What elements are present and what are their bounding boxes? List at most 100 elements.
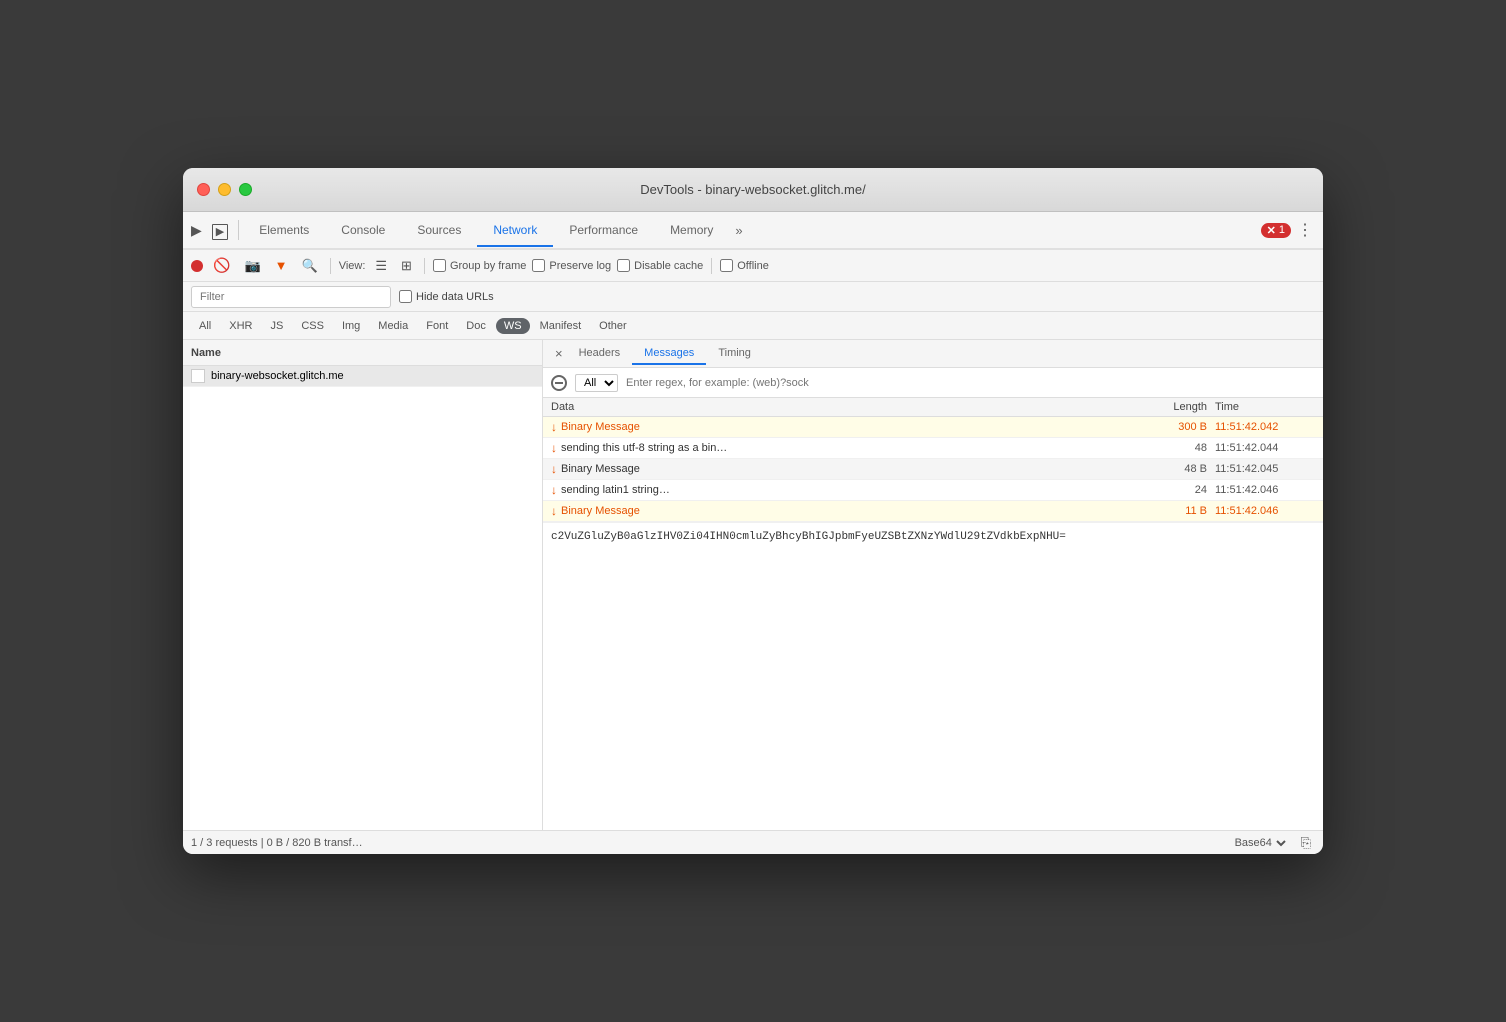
requests-info: 1 / 3 requests | 0 B / 820 B transf… (191, 837, 363, 849)
message-data: Binary Message (561, 463, 1135, 475)
col-header-length: Length (1135, 401, 1215, 413)
tab-messages[interactable]: Messages (632, 343, 706, 365)
arrow-down-icon: ↓ (551, 483, 557, 497)
preserve-log-label[interactable]: Preserve log (532, 259, 611, 272)
arrow-down-icon: ↓ (551, 504, 557, 518)
tree-view-button[interactable]: ⊞ (397, 256, 416, 276)
cursor-tool-button[interactable]: ▶ (187, 218, 206, 243)
table-row[interactable]: ↓ sending this utf-8 string as a bin… 48… (543, 438, 1323, 459)
titlebar: DevTools - binary-websocket.glitch.me/ (183, 168, 1323, 212)
devtools-toolbar: 🚫 📷 ▼ 🔍 View: ☰ ⊞ Group by frame Preserv… (183, 250, 1323, 282)
request-item[interactable]: binary-websocket.glitch.me (183, 366, 542, 387)
table-row[interactable]: ↓ Binary Message 48 B 11:51:42.045 (543, 459, 1323, 480)
filter-font[interactable]: Font (418, 318, 456, 334)
status-bar: 1 / 3 requests | 0 B / 820 B transf… Bas… (183, 830, 1323, 854)
devtools-menu-button[interactable]: ⋮ (1291, 218, 1319, 242)
filter-doc[interactable]: Doc (458, 318, 494, 334)
group-by-frame-label[interactable]: Group by frame (433, 259, 526, 272)
arrow-down-icon: ↓ (551, 462, 557, 476)
filter-icon: ▼ (275, 258, 288, 273)
no-entry-icon (551, 375, 567, 391)
group-by-frame-checkbox[interactable] (433, 259, 446, 272)
list-view-button[interactable]: ☰ (371, 256, 391, 276)
main-content: Name binary-websocket.glitch.me × Header… (183, 340, 1323, 830)
tab-performance[interactable]: Performance (553, 215, 654, 247)
filter-xhr[interactable]: XHR (221, 318, 260, 334)
offline-label[interactable]: Offline (720, 259, 769, 272)
filter-all[interactable]: All (191, 318, 219, 334)
messages-regex-input[interactable] (626, 377, 1315, 389)
tab-sources[interactable]: Sources (401, 215, 477, 247)
detail-close-button[interactable]: × (551, 344, 567, 363)
tab-bar-left: ▶ ▶ (187, 218, 243, 243)
recording-dot (191, 260, 203, 272)
message-length: 48 B (1135, 463, 1215, 475)
capture-screenshot-button[interactable]: 📷 (240, 256, 264, 276)
disable-cache-label[interactable]: Disable cache (617, 259, 703, 272)
message-length: 11 B (1135, 505, 1215, 517)
tab-network[interactable]: Network (477, 215, 553, 247)
filter-manifest[interactable]: Manifest (532, 318, 590, 334)
message-length: 300 B (1135, 421, 1215, 433)
messages-filter: All (543, 368, 1323, 398)
filter-types-bar: All XHR JS CSS Img Media Font Doc WS Man… (183, 312, 1323, 340)
error-badge[interactable]: ✕ 1 (1261, 223, 1291, 238)
filter-img[interactable]: Img (334, 318, 368, 334)
tab-elements[interactable]: Elements (243, 215, 325, 247)
tab-headers[interactable]: Headers (567, 343, 633, 365)
maximize-button[interactable] (239, 183, 252, 196)
more-tabs-button[interactable]: » (729, 219, 748, 242)
filter-ws[interactable]: WS (496, 318, 530, 334)
offline-checkbox[interactable] (720, 259, 733, 272)
message-length: 48 (1135, 442, 1215, 454)
hide-data-urls-label[interactable]: Hide data URLs (399, 290, 494, 303)
message-time: 11:51:42.042 (1215, 421, 1315, 433)
filter-button[interactable]: ▼ (271, 256, 292, 275)
filter-input[interactable] (191, 286, 391, 308)
close-button[interactable] (197, 183, 210, 196)
toolbar-separator-2 (424, 258, 425, 274)
tab-bar: ▶ ▶ Elements Console Sources Network Per… (183, 212, 1323, 250)
message-data: Binary Message (561, 505, 1135, 517)
toolbar-separator-3 (711, 258, 712, 274)
preserve-log-checkbox[interactable] (532, 259, 545, 272)
table-row[interactable]: ↓ Binary Message 300 B 11:51:42.042 (543, 417, 1323, 438)
request-favicon (191, 369, 205, 383)
camera-icon: 📷 (244, 258, 260, 274)
table-row[interactable]: ↓ sending latin1 string… 24 11:51:42.046 (543, 480, 1323, 501)
device-toolbar-button[interactable]: ▶ (208, 218, 232, 242)
copy-button[interactable]: ⎘ (1297, 834, 1315, 852)
arrow-down-icon: ↓ (551, 420, 557, 434)
filter-css[interactable]: CSS (293, 318, 332, 334)
toolbar-separator-1 (330, 258, 331, 274)
hide-data-urls-checkbox[interactable] (399, 290, 412, 303)
filter-bar: Hide data URLs (183, 282, 1323, 312)
detail-panel: × Headers Messages Timing All (543, 340, 1323, 830)
error-x-icon: ✕ (1267, 224, 1276, 237)
clear-log-button[interactable]: 🚫 (209, 255, 234, 276)
message-time: 11:51:42.046 (1215, 505, 1315, 517)
message-data: sending this utf-8 string as a bin… (561, 442, 1135, 454)
encoding-select[interactable]: Base64 (1231, 836, 1289, 850)
filter-media[interactable]: Media (370, 318, 416, 334)
detail-tabs: × Headers Messages Timing (543, 340, 1323, 368)
minimize-button[interactable] (218, 183, 231, 196)
clear-icon: 🚫 (213, 257, 230, 274)
disable-cache-checkbox[interactable] (617, 259, 630, 272)
tab-console[interactable]: Console (325, 215, 401, 247)
filter-js[interactable]: JS (262, 318, 291, 334)
view-label: View: (339, 260, 366, 272)
table-row[interactable]: ↓ Binary Message 11 B 11:51:42.046 (543, 501, 1323, 522)
devtools-window: DevTools - binary-websocket.glitch.me/ ▶… (183, 168, 1323, 854)
filter-other[interactable]: Other (591, 318, 635, 334)
message-length: 24 (1135, 484, 1215, 496)
requests-header: Name (183, 340, 542, 366)
message-data: sending latin1 string… (561, 484, 1135, 496)
tab-memory[interactable]: Memory (654, 215, 729, 247)
arrow-down-icon: ↓ (551, 441, 557, 455)
search-button[interactable]: 🔍 (298, 256, 322, 276)
col-header-data: Data (551, 401, 1135, 413)
tab-timing[interactable]: Timing (706, 343, 763, 365)
messages-type-select[interactable]: All (575, 374, 618, 392)
message-time: 11:51:42.044 (1215, 442, 1315, 454)
